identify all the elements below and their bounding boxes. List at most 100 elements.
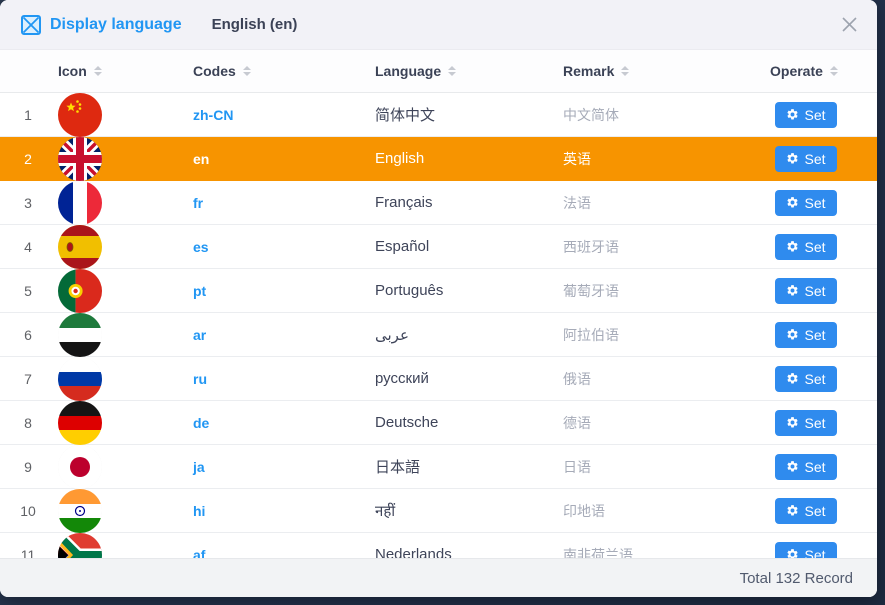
display-language-icon	[20, 14, 42, 36]
total-records: Total 132 Record	[740, 570, 853, 587]
set-button[interactable]: Set	[775, 454, 837, 480]
row-index: 5	[0, 283, 56, 299]
language-remark: 中文简体	[563, 105, 619, 125]
language-code: fr	[193, 195, 203, 211]
header-remark[interactable]: Remark	[563, 63, 770, 79]
flag-icon-russia	[58, 357, 102, 401]
header-remark-label: Remark	[563, 63, 614, 79]
language-code: de	[193, 415, 209, 431]
row-index: 1	[0, 107, 56, 123]
header-codes[interactable]: Codes	[193, 63, 375, 79]
set-button[interactable]: Set	[775, 542, 837, 559]
sort-icon[interactable]	[621, 66, 629, 76]
row-index: 4	[0, 239, 56, 255]
language-remark: 法语	[563, 193, 591, 213]
set-button[interactable]: Set	[775, 322, 837, 348]
table-row[interactable]: 4 es Español 西班牙语 Set	[0, 225, 877, 269]
row-index: 10	[0, 503, 56, 519]
language-code: zh-CN	[193, 107, 233, 123]
row-index: 3	[0, 195, 56, 211]
sort-icon[interactable]	[830, 66, 838, 76]
close-icon[interactable]	[840, 15, 859, 34]
row-index: 9	[0, 459, 56, 475]
flag-icon-south-africa	[58, 533, 102, 559]
gear-icon	[786, 416, 799, 429]
set-button-label: Set	[804, 547, 825, 559]
flag-icon-united-kingdom	[58, 137, 102, 181]
row-index: 2	[0, 151, 56, 167]
language-code: en	[193, 151, 209, 167]
table-row[interactable]: 5 pt Português 葡萄牙语 Set	[0, 269, 877, 313]
set-button-label: Set	[804, 327, 825, 343]
flag-icon-japan	[58, 445, 102, 489]
row-index: 11	[0, 547, 56, 559]
table-row[interactable]: 8 de Deutsche 德语 Set	[0, 401, 877, 445]
header-language-label: Language	[375, 63, 441, 79]
gear-icon	[786, 108, 799, 121]
table-row[interactable]: 3 fr Français 法语 Set	[0, 181, 877, 225]
gear-icon	[786, 460, 799, 473]
table-row[interactable]: 7 ru русский 俄语 Set	[0, 357, 877, 401]
language-remark: 日语	[563, 457, 591, 477]
language-code: ru	[193, 371, 207, 387]
set-button-label: Set	[804, 239, 825, 255]
gear-icon	[786, 328, 799, 341]
flag-icon-portugal	[58, 269, 102, 313]
dialog-title: Display language	[50, 16, 182, 34]
set-button[interactable]: Set	[775, 278, 837, 304]
language-name: عربى	[375, 326, 409, 344]
language-code: hi	[193, 503, 205, 519]
row-index: 8	[0, 415, 56, 431]
header-icon-label: Icon	[58, 63, 87, 79]
table-footer: Total 132 Record	[0, 558, 877, 597]
header-icon[interactable]: Icon	[56, 63, 193, 79]
language-name: नहीं	[375, 501, 395, 521]
language-remark: 英语	[563, 149, 591, 169]
row-index: 6	[0, 327, 56, 343]
set-button[interactable]: Set	[775, 234, 837, 260]
set-button[interactable]: Set	[775, 190, 837, 216]
gear-icon	[786, 504, 799, 517]
language-name: English	[375, 150, 424, 167]
sort-icon[interactable]	[448, 66, 456, 76]
table-row[interactable]: 6 ar عربى 阿拉伯语 Set	[0, 313, 877, 357]
set-button[interactable]: Set	[775, 366, 837, 392]
language-code: ar	[193, 327, 206, 343]
table-row[interactable]: 1 zh-CN 简体中文 中文简体 Set	[0, 93, 877, 137]
set-button[interactable]: Set	[775, 410, 837, 436]
language-name: 日本語	[375, 456, 420, 477]
table-row-selected[interactable]: 2 en English 英语 Set	[0, 137, 877, 181]
table-row[interactable]: 9 ja 日本語 日语 Set	[0, 445, 877, 489]
language-name: Português	[375, 282, 443, 299]
set-button-label: Set	[804, 459, 825, 475]
flag-icon-germany	[58, 401, 102, 445]
header-language[interactable]: Language	[375, 63, 563, 79]
flag-icon-china	[58, 93, 102, 137]
gear-icon	[786, 196, 799, 209]
language-remark: 西班牙语	[563, 237, 619, 257]
language-code: pt	[193, 283, 206, 299]
set-button-label: Set	[804, 107, 825, 123]
language-name: 简体中文	[375, 104, 435, 125]
set-button[interactable]: Set	[775, 102, 837, 128]
set-button[interactable]: Set	[775, 146, 837, 172]
language-name: русский	[375, 370, 429, 387]
language-name: Español	[375, 238, 429, 255]
language-name: Nederlands	[375, 546, 452, 558]
table-row[interactable]: 11 af Nederlands 南非荷兰语 Set	[0, 533, 877, 558]
display-language-dialog: Display language English (en) Icon Codes…	[0, 0, 877, 597]
gear-icon	[786, 548, 799, 558]
sort-icon[interactable]	[243, 66, 251, 76]
sort-icon[interactable]	[94, 66, 102, 76]
set-button[interactable]: Set	[775, 498, 837, 524]
header-codes-label: Codes	[193, 63, 236, 79]
set-button-label: Set	[804, 371, 825, 387]
set-button-label: Set	[804, 151, 825, 167]
language-name: Français	[375, 194, 433, 211]
set-button-label: Set	[804, 195, 825, 211]
table-row[interactable]: 10 hi नहीं 印地语 Set	[0, 489, 877, 533]
header-operate-label: Operate	[770, 63, 823, 79]
header-operate[interactable]: Operate	[770, 63, 877, 79]
flag-icon-india	[58, 489, 102, 533]
language-remark: 俄语	[563, 369, 591, 389]
